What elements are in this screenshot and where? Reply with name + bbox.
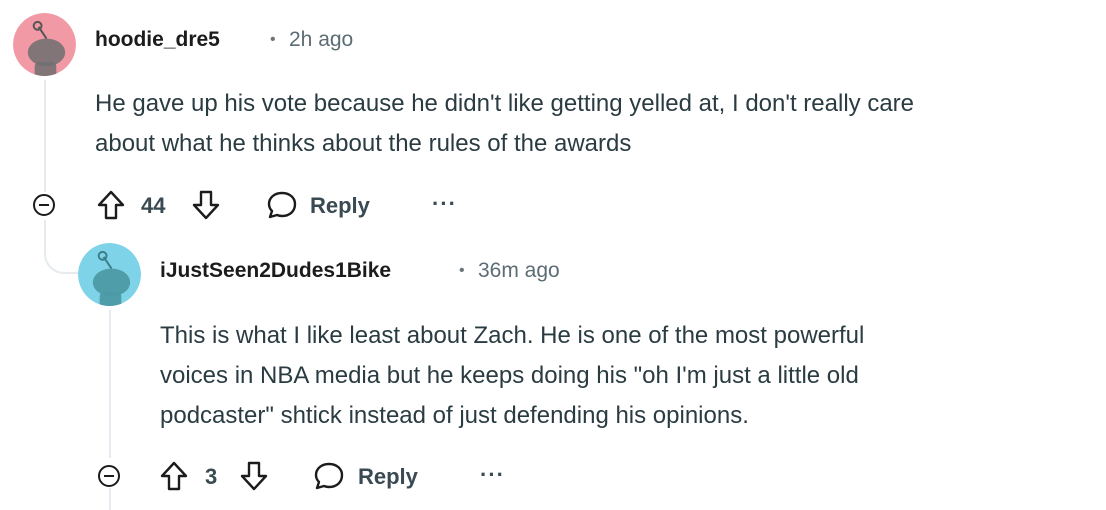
reply-bubble-icon — [314, 462, 344, 490]
comment-line: He gave up his vote because he didn't li… — [95, 90, 914, 117]
comment-line: This is what I like least about Zach. He… — [160, 322, 865, 349]
reply-label: Reply — [358, 464, 418, 489]
separator-dot: • — [270, 31, 276, 48]
avatar[interactable] — [78, 243, 141, 306]
avatar[interactable] — [13, 13, 76, 76]
comment-line: about what he thinks about the rules of … — [95, 130, 632, 157]
upvote-icon[interactable] — [97, 189, 125, 221]
reply-label: Reply — [310, 193, 370, 218]
comment-body: He gave up his vote because he didn't li… — [95, 84, 1095, 164]
collapse-button[interactable] — [33, 194, 55, 216]
username[interactable]: hoodie_dre5 — [95, 28, 220, 52]
avatar-snoo-icon — [78, 243, 141, 306]
collapse-button[interactable] — [98, 465, 120, 487]
upvote-icon[interactable] — [160, 460, 188, 492]
thread-rail-reply — [109, 310, 111, 458]
separator-dot: • — [459, 262, 465, 279]
downvote-icon[interactable] — [240, 460, 268, 492]
reply-bubble-icon — [267, 191, 297, 219]
thread-rail-main — [44, 80, 46, 192]
username[interactable]: iJustSeen2Dudes1Bike — [160, 259, 391, 283]
thread-connector-curve — [44, 236, 80, 274]
timestamp[interactable]: 2h ago — [289, 28, 353, 52]
comment-line: podcaster" shtick instead of just defend… — [160, 402, 749, 429]
more-icon[interactable]: ··· — [432, 191, 457, 217]
vote-count: 3 — [205, 464, 218, 489]
more-icon[interactable]: ··· — [480, 462, 505, 488]
timestamp[interactable]: 36m ago — [478, 259, 560, 283]
thread-rail-reply-lower — [109, 488, 111, 510]
avatar-snoo-icon — [13, 13, 76, 76]
comment-line: voices in NBA media but he keeps doing h… — [160, 362, 859, 389]
comment-body: This is what I like least about Zach. He… — [160, 316, 1090, 436]
vote-count: 44 — [141, 193, 166, 218]
downvote-icon[interactable] — [192, 189, 220, 221]
